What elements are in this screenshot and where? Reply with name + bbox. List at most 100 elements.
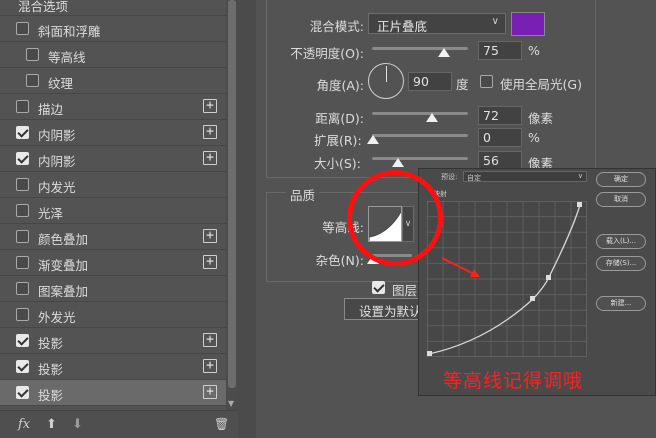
preset-label: 预设:: [441, 173, 458, 181]
style-item-label: 图案叠加: [38, 284, 89, 299]
contour-editor-button[interactable]: 取消: [596, 192, 646, 207]
style-item-checkbox[interactable]: [16, 22, 29, 35]
add-style-plus-icon[interactable]: +: [203, 333, 217, 347]
style-item-checkbox[interactable]: [16, 386, 29, 399]
fx-icon[interactable]: fx: [18, 417, 30, 432]
style-item[interactable]: 内阴影 +: [0, 146, 226, 172]
add-style-plus-icon[interactable]: +: [203, 151, 217, 165]
style-item[interactable]: 描边 +: [0, 94, 226, 120]
contour-editor-button[interactable]: 确定: [596, 172, 646, 187]
style-item-label: 投影: [38, 362, 64, 377]
angle-input[interactable]: 90: [408, 72, 452, 91]
style-item[interactable]: 渐变叠加 +: [0, 250, 226, 276]
style-item-label: 外发光: [38, 310, 76, 325]
style-item-label: 投影: [38, 388, 64, 403]
style-item-checkbox[interactable]: [16, 126, 29, 139]
global-light-label: 使用全局光(G): [500, 77, 582, 92]
style-item-label: 等高线: [48, 50, 86, 65]
chevron-down-icon: ∨: [491, 16, 499, 27]
style-item[interactable]: 投影 +: [0, 354, 226, 380]
size-slider-knob[interactable]: [392, 158, 404, 167]
spread-slider-track[interactable]: [372, 134, 468, 137]
style-item-checkbox[interactable]: [26, 48, 39, 61]
style-item-checkbox[interactable]: [16, 334, 29, 347]
distance-input[interactable]: 72: [478, 106, 522, 125]
size-slider-track[interactable]: [372, 157, 468, 160]
style-item-checkbox[interactable]: [16, 282, 29, 295]
curve-point-end[interactable]: [577, 202, 582, 207]
contour-editor-button[interactable]: 载入(L)...: [596, 234, 646, 249]
blend-mode-label: 混合模式:: [309, 19, 364, 34]
style-item-label: 投影: [38, 336, 64, 351]
style-item-checkbox[interactable]: [16, 152, 29, 165]
blend-mode-select[interactable]: 正片叠底 ∨: [368, 13, 506, 34]
style-item-checkbox[interactable]: [16, 100, 29, 113]
style-item-label: 纹理: [48, 76, 74, 91]
preset-select[interactable]: 自定 ∨: [463, 171, 587, 182]
spread-slider-knob[interactable]: [367, 135, 379, 144]
trash-icon[interactable]: 🗑: [214, 417, 229, 431]
styles-list-footer: fx ⬆ ⬇ 🗑: [0, 410, 238, 438]
style-item-checkbox[interactable]: [16, 308, 29, 321]
preset-chevron-down-icon: ∨: [577, 172, 583, 180]
style-item[interactable]: 投影 +: [0, 328, 226, 354]
style-item-checkbox[interactable]: [16, 360, 29, 373]
add-style-plus-icon[interactable]: +: [203, 359, 217, 373]
style-item[interactable]: 等高线: [0, 42, 226, 68]
style-item[interactable]: 颜色叠加 +: [0, 224, 226, 250]
angle-dial[interactable]: [368, 63, 404, 99]
add-style-plus-icon[interactable]: +: [203, 255, 217, 269]
opacity-unit: %: [528, 43, 540, 58]
move-up-icon[interactable]: ⬆: [46, 417, 57, 432]
blending-options-label: 混合选项: [18, 0, 69, 14]
distance-label: 距离(D):: [315, 111, 364, 126]
layer-knockout-label: 图层: [392, 283, 418, 298]
size-label: 大小(S):: [314, 156, 361, 171]
curve-point[interactable]: [546, 275, 551, 280]
style-item-label: 内发光: [38, 180, 76, 195]
curve-point-start[interactable]: [427, 351, 432, 356]
contour-editor-button[interactable]: 存储(S)...: [596, 256, 646, 271]
preset-value: 自定: [467, 174, 481, 182]
scrollbar-thumb[interactable]: [228, 0, 236, 388]
style-item[interactable]: 图案叠加: [0, 276, 226, 302]
add-style-plus-icon[interactable]: +: [203, 385, 217, 399]
style-item[interactable]: 内发光: [0, 172, 226, 198]
style-item-checkbox[interactable]: [26, 74, 39, 87]
set-default-button[interactable]: 设置为默认: [344, 298, 424, 320]
curve-point[interactable]: [530, 296, 535, 301]
global-light-checkbox[interactable]: [480, 75, 493, 88]
add-style-plus-icon[interactable]: +: [203, 229, 217, 243]
distance-slider-track[interactable]: [372, 112, 468, 115]
style-item-label: 内阴影: [38, 154, 76, 169]
blending-options-header[interactable]: 混合选项: [0, 0, 226, 16]
style-item[interactable]: 光泽: [0, 198, 226, 224]
opacity-input[interactable]: 75: [478, 41, 522, 60]
layer-knockout-checkbox[interactable]: [372, 281, 385, 294]
style-item-checkbox[interactable]: [16, 230, 29, 243]
style-item-checkbox[interactable]: [16, 178, 29, 191]
move-down-icon[interactable]: ⬇: [72, 417, 83, 432]
opacity-label: 不透明度(O):: [290, 46, 364, 61]
spread-input[interactable]: 0: [478, 128, 522, 147]
style-item[interactable]: 投影 +: [0, 380, 226, 406]
styles-list-panel: 混合选项 斜面和浮雕 等高线 纹理 描边 + 内阴影 + 内阴影 + 内发光 光泽 颜色叠加 + 渐变叠加…: [0, 0, 238, 438]
add-style-plus-icon[interactable]: +: [203, 99, 217, 113]
style-item-label: 颜色叠加: [38, 232, 89, 247]
shadow-color-swatch[interactable]: [511, 12, 545, 36]
distance-slider-knob[interactable]: [426, 113, 438, 122]
style-item[interactable]: 斜面和浮雕: [0, 16, 226, 42]
noise-label: 杂色(N):: [315, 253, 364, 268]
style-item-label: 光泽: [38, 206, 64, 221]
style-item[interactable]: 内阴影 +: [0, 120, 226, 146]
styles-list-scrollbar[interactable]: ▼: [226, 0, 238, 410]
add-style-plus-icon[interactable]: +: [203, 125, 217, 139]
style-item-checkbox[interactable]: [16, 204, 29, 217]
style-item-checkbox[interactable]: [16, 256, 29, 269]
style-item[interactable]: 纹理: [0, 68, 226, 94]
contour-editor-button[interactable]: 新建...: [596, 296, 646, 311]
scroll-down-arrow-icon[interactable]: ▼: [228, 399, 234, 408]
style-item[interactable]: 外发光: [0, 302, 226, 328]
opacity-slider-knob[interactable]: [438, 48, 450, 57]
opacity-slider-track[interactable]: [372, 47, 468, 50]
